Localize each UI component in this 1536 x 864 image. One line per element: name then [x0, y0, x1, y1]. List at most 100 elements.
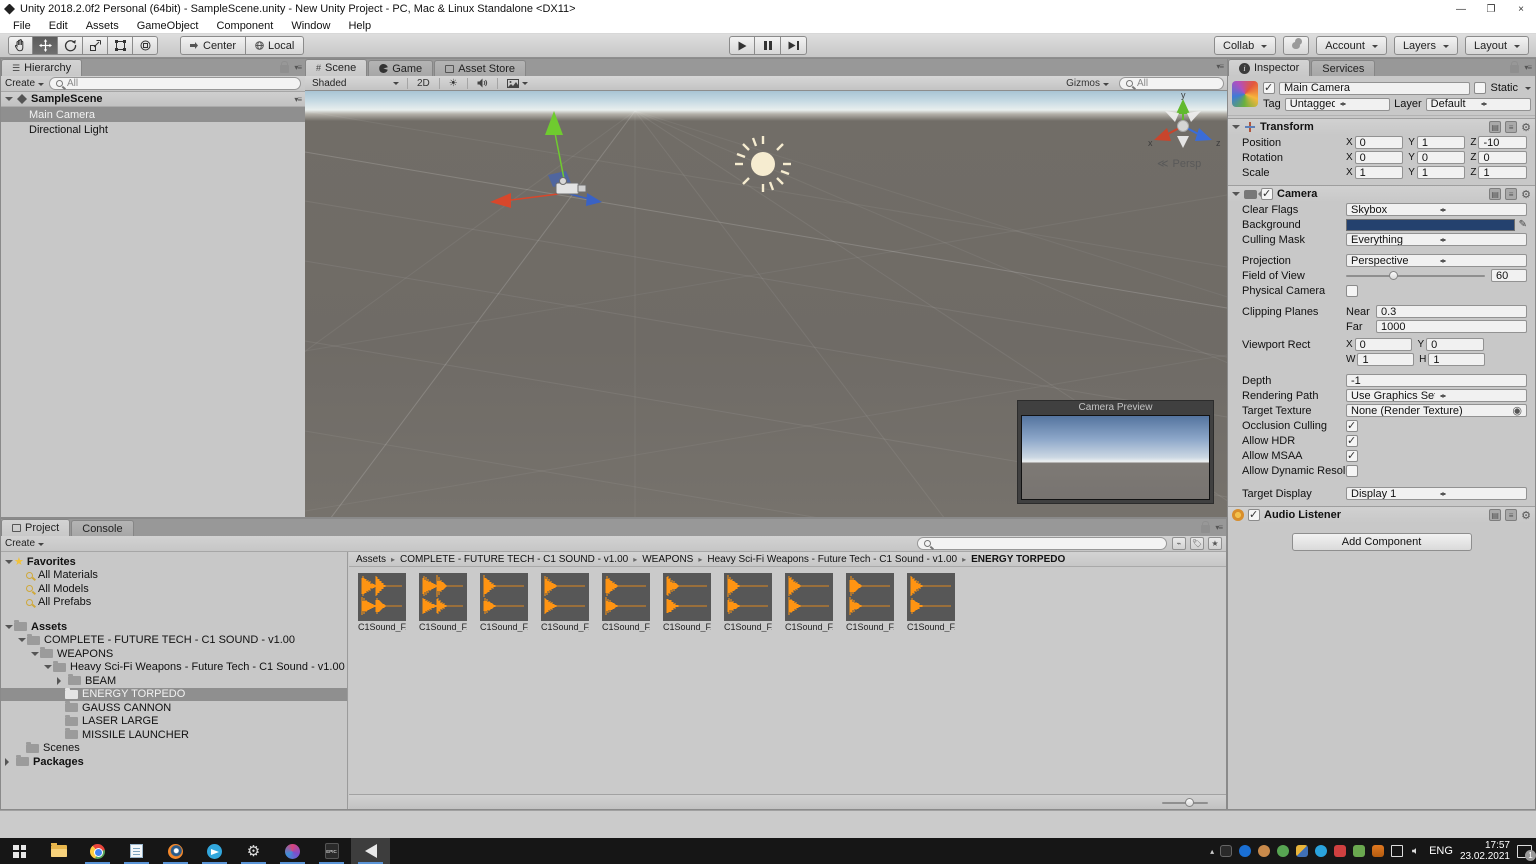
- rotation-z-field[interactable]: 0: [1478, 151, 1527, 164]
- cloud-button[interactable]: [1283, 36, 1310, 55]
- breadcrumb-weapons[interactable]: WEAPONS: [642, 554, 693, 565]
- allow-hdr-checkbox[interactable]: [1346, 434, 1358, 447]
- 2d-toggle[interactable]: 2D: [412, 78, 435, 89]
- taskbar-paint3d-icon[interactable]: [273, 838, 312, 864]
- foldout-icon[interactable]: [5, 624, 13, 633]
- pause-button[interactable]: [755, 36, 781, 55]
- tree-heavy-sci-fi-weapons-future-tech-c1-sound-v1-00[interactable]: Heavy Sci-Fi Weapons - Future Tech - C1 …: [1, 660, 347, 675]
- allow-dynamic-resolution-checkbox[interactable]: [1346, 464, 1358, 477]
- tray-icon-2[interactable]: [1277, 845, 1290, 857]
- menu-help[interactable]: Help: [339, 20, 380, 32]
- allow-msaa-checkbox[interactable]: [1346, 449, 1358, 462]
- breadcrumb-energy-torpedo[interactable]: ENERGY TORPEDO: [971, 554, 1065, 565]
- epic-games-tray-icon[interactable]: [1220, 845, 1233, 857]
- project-create-button[interactable]: Create: [5, 538, 45, 549]
- position-z-field[interactable]: -10: [1478, 136, 1527, 149]
- favorites-star-icon[interactable]: ★: [1208, 537, 1222, 550]
- shading-mode-dropdown[interactable]: Shaded: [308, 78, 403, 89]
- physical-camera-checkbox[interactable]: [1346, 284, 1358, 297]
- near-clip-field[interactable]: 0.3: [1376, 305, 1527, 318]
- pane-menu-icon[interactable]: ▾≡: [1524, 63, 1532, 72]
- rect-tool-button[interactable]: [108, 36, 133, 55]
- lock-icon[interactable]: [1201, 521, 1211, 533]
- reference-icon[interactable]: ▤: [1489, 509, 1502, 521]
- tree-beam[interactable]: BEAM: [1, 674, 347, 688]
- tab-scene[interactable]: # Scene: [305, 59, 368, 76]
- menu-file[interactable]: File: [4, 20, 40, 32]
- occlusion-culling-checkbox[interactable]: [1346, 419, 1358, 432]
- scale-x-field[interactable]: 1: [1354, 166, 1404, 179]
- presets-icon[interactable]: ≡: [1505, 509, 1518, 521]
- tree-missile-launcher[interactable]: MISSILE LAUNCHER: [1, 728, 347, 742]
- target-texture-field[interactable]: None (Render Texture) ◉: [1346, 404, 1527, 417]
- audio-file-item[interactable]: C1Sound_F...: [846, 573, 894, 632]
- presets-icon[interactable]: ≡: [1505, 188, 1518, 200]
- audio-file-item[interactable]: C1Sound_F...: [602, 573, 650, 632]
- waveform-thumbnail[interactable]: [541, 573, 589, 621]
- static-dropdown-icon[interactable]: [1525, 87, 1531, 93]
- pivot-local-button[interactable]: Local: [246, 36, 305, 55]
- waveform-thumbnail[interactable]: [724, 573, 772, 621]
- hierarchy-create-button[interactable]: Create: [5, 78, 45, 89]
- waveform-thumbnail[interactable]: [785, 573, 833, 621]
- foldout-icon[interactable]: [5, 97, 13, 105]
- audio-file-item[interactable]: C1Sound_F...: [419, 573, 467, 632]
- layer-dropdown[interactable]: Default: [1425, 97, 1531, 111]
- collab-button[interactable]: Collab: [1214, 36, 1277, 55]
- rotation-y-field[interactable]: 0: [1416, 151, 1466, 164]
- taskbar-start-button[interactable]: [0, 838, 39, 864]
- breadcrumb-heavy-sci-fi-weapons-future-tech-c1-sound-v1-00[interactable]: Heavy Sci-Fi Weapons - Future Tech - C1 …: [707, 554, 957, 565]
- audio-listener-enabled-checkbox[interactable]: [1248, 508, 1260, 521]
- tab-hierarchy[interactable]: ☰ Hierarchy: [1, 59, 83, 76]
- taskbar-notepad-icon[interactable]: [117, 838, 156, 864]
- active-checkbox[interactable]: [1263, 81, 1275, 94]
- foldout-icon[interactable]: [5, 757, 13, 766]
- hand-tool-button[interactable]: [8, 36, 33, 55]
- taskbar-file-explorer-icon[interactable]: [39, 838, 78, 864]
- fov-slider[interactable]: [1346, 270, 1485, 280]
- eyedropper-icon[interactable]: ✎: [1519, 219, 1527, 230]
- taskbar-blender-icon[interactable]: [156, 838, 195, 864]
- foldout-icon[interactable]: [1232, 192, 1240, 200]
- step-button[interactable]: [781, 36, 807, 55]
- close-button[interactable]: ×: [1506, 0, 1536, 18]
- add-component-button[interactable]: Add Component: [1291, 533, 1472, 551]
- foldout-icon[interactable]: [44, 665, 52, 673]
- foldout-icon[interactable]: [31, 651, 39, 660]
- maximize-button[interactable]: ❐: [1476, 0, 1506, 18]
- tab-services[interactable]: Services: [1311, 60, 1376, 76]
- foldout-icon[interactable]: [18, 638, 26, 646]
- audio-toggle[interactable]: [472, 78, 493, 88]
- fov-slider-knob[interactable]: [1389, 270, 1399, 280]
- project-search-input[interactable]: [917, 537, 1167, 550]
- pane-menu-icon[interactable]: ▾≡: [1216, 62, 1224, 71]
- waveform-thumbnail[interactable]: [663, 573, 711, 621]
- tab-console[interactable]: Console: [71, 520, 134, 536]
- scale-z-field[interactable]: 1: [1478, 166, 1527, 179]
- tree-assets[interactable]: Assets: [1, 620, 347, 634]
- position-x-field[interactable]: 0: [1354, 136, 1404, 149]
- thumbnail-size-slider[interactable]: [1162, 798, 1208, 807]
- pane-menu-icon[interactable]: ▾≡: [294, 63, 302, 72]
- bluetooth-icon[interactable]: [1239, 845, 1252, 857]
- tab-project[interactable]: Project: [1, 519, 71, 536]
- scene-search-input[interactable]: All: [1119, 77, 1224, 90]
- breadcrumb-assets[interactable]: Assets: [356, 554, 386, 565]
- gear-icon[interactable]: ⚙: [1521, 509, 1531, 522]
- tree-gauss-cannon[interactable]: GAUSS CANNON: [1, 701, 347, 715]
- account-button[interactable]: Account: [1316, 36, 1387, 55]
- viewport-x-field[interactable]: 0: [1354, 338, 1413, 351]
- far-clip-field[interactable]: 1000: [1376, 320, 1527, 333]
- gear-icon[interactable]: ⚙: [1521, 188, 1531, 201]
- scale-y-field[interactable]: 1: [1416, 166, 1466, 179]
- defender-icon[interactable]: [1296, 845, 1309, 857]
- audio-file-item[interactable]: C1Sound_F...: [480, 573, 528, 632]
- lock-icon[interactable]: [280, 61, 290, 73]
- tree-favorites[interactable]: ★ Favorites: [1, 555, 347, 569]
- audio-listener-component-header[interactable]: Audio Listener ▤≡⚙: [1228, 506, 1535, 523]
- lighting-toggle[interactable]: ☀: [444, 78, 463, 89]
- tree-all-models[interactable]: All Models: [1, 582, 347, 596]
- gear-icon[interactable]: ⚙: [1521, 121, 1531, 134]
- tree-laser-large[interactable]: LASER LARGE: [1, 714, 347, 729]
- rendering-path-dropdown[interactable]: Use Graphics Settings: [1346, 389, 1527, 402]
